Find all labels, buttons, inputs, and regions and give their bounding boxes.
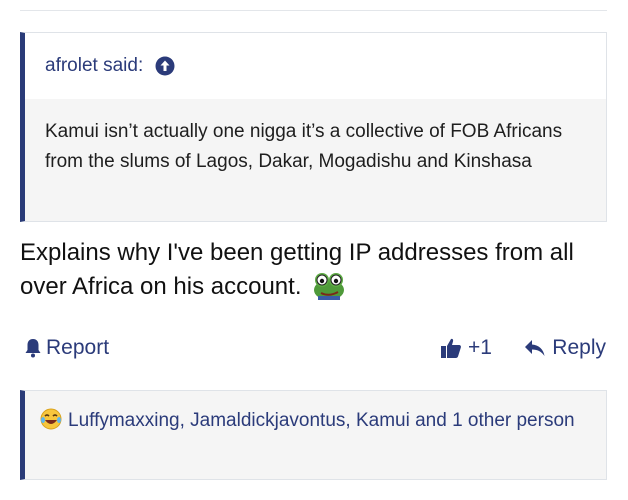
arrow-up-circle-icon[interactable]	[155, 56, 175, 76]
reactions-text[interactable]: Luffymaxxing, Jamaldickjavontus, Kamui a…	[68, 410, 575, 431]
reply-button[interactable]: Reply	[524, 336, 606, 360]
thumbs-up-icon	[441, 338, 461, 358]
reactions-bar[interactable]: Luffymaxxing, Jamaldickjavontus, Kamui a…	[20, 390, 607, 480]
quote-text: Kamui isn’t actually one nigga it’s a co…	[45, 121, 563, 172]
quote-block: afrolet said: Kamui isn’t actually one n…	[20, 32, 607, 222]
top-divider	[20, 10, 607, 11]
bell-alert-icon	[25, 339, 41, 358]
report-button[interactable]: Report	[24, 336, 109, 360]
reply-arrow-icon	[525, 340, 545, 356]
like-count: +1	[468, 336, 492, 359]
report-label: Report	[46, 336, 110, 359]
quote-header[interactable]: afrolet said:	[25, 33, 606, 99]
post-text: Explains why I've been getting IP addres…	[20, 239, 574, 300]
reply-label: Reply	[552, 336, 606, 359]
frog-emoji-icon	[312, 270, 346, 310]
laughing-emoji-icon	[40, 408, 62, 439]
quote-author-link[interactable]: afrolet said:	[45, 55, 143, 77]
like-button[interactable]: +1	[440, 336, 492, 360]
post-body: Explains why I've been getting IP addres…	[20, 236, 615, 310]
post-actions: Report +1 Reply	[20, 334, 610, 364]
